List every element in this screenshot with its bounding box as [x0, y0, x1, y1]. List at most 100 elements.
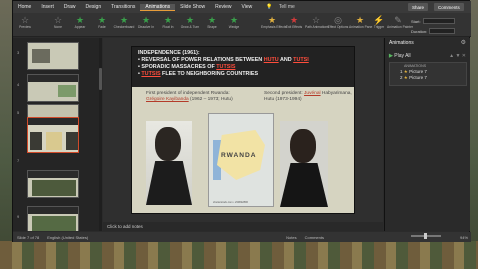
painter-label: Animation Painter	[387, 25, 414, 29]
fade-effect-icon: ★	[97, 15, 107, 25]
tab-slide-show[interactable]: Slide Show	[175, 4, 210, 10]
effect-wedge[interactable]: ★ Wedge	[223, 15, 245, 29]
bullet-3-tutsis[interactable]: TUTSIS	[141, 71, 160, 77]
language-status[interactable]: English (United States)	[43, 235, 92, 240]
notes-toggle[interactable]: Notes	[282, 235, 300, 240]
slide-thumb-9[interactable]	[27, 206, 79, 231]
play-all-button[interactable]: ▶ Play All	[389, 53, 411, 59]
star-icon: ★	[403, 69, 408, 74]
effect-fade-label: Fade	[98, 25, 106, 29]
habyarimana-photo[interactable]	[280, 121, 328, 207]
tab-animations[interactable]: Animations	[140, 3, 176, 11]
emphasis-effects-button[interactable]: ★ Emphasis Effects	[261, 15, 286, 29]
bullet-2-text: • SPORADIC MASSACRES OF	[138, 64, 217, 70]
tab-design[interactable]: Design	[81, 4, 107, 10]
caption-right-name[interactable]: Juvénal	[304, 91, 321, 96]
tab-review[interactable]: Review	[210, 4, 236, 10]
shape-effect-icon: ★	[207, 15, 217, 25]
animation-item-number: 2	[400, 75, 403, 80]
effect-grow-turn[interactable]: ★ Grow & Turn	[179, 15, 201, 29]
start-select[interactable]	[423, 18, 455, 24]
animation-item[interactable]: 2 ★ Picture 7	[390, 75, 466, 81]
zoom-slider-knob[interactable]	[424, 233, 427, 239]
caption-right-text: Second president:	[264, 91, 305, 96]
effect-checkerboard[interactable]: ★ Checkerboard	[113, 15, 135, 29]
thumbnail-scrollbar[interactable]	[99, 38, 102, 231]
effect-float-in[interactable]: ★ Float In	[157, 15, 179, 29]
portrait-head	[155, 127, 181, 161]
slide-title-block: INDEPENDENCE (1961): • REVERSAL OF POWER…	[132, 47, 354, 87]
tab-home[interactable]: Home	[13, 4, 36, 10]
thumb-image	[32, 216, 76, 231]
effect-options-button[interactable]: ◎ Effect Options	[327, 15, 349, 29]
start-label: Start:	[411, 19, 421, 24]
slide-thumb-8[interactable]	[27, 170, 79, 198]
thumb-image	[30, 132, 42, 150]
thumb-image	[58, 85, 76, 97]
effect-fade[interactable]: ★ Fade	[91, 15, 113, 29]
slide-thumb-3[interactable]	[27, 42, 79, 70]
comments-toggle[interactable]: Comments	[301, 235, 328, 240]
caption-right: Second president: Juvénal Habyarimana, H…	[264, 91, 352, 103]
share-button[interactable]: Share	[408, 3, 429, 11]
map-label: RWANDA	[221, 152, 257, 159]
notes-placeholder: Click to add notes	[107, 224, 143, 229]
preview-icon: ☆	[20, 15, 30, 25]
tell-me-search[interactable]: 💡 Tell me	[261, 4, 304, 10]
portrait-head	[290, 129, 316, 163]
effect-dissolve-label: Dissolve In	[137, 25, 155, 29]
caption-left-name[interactable]: Grégoire Kayibanda	[146, 97, 189, 102]
tell-me-label: Tell me	[278, 4, 295, 10]
effect-appear-label: Appear	[74, 25, 86, 29]
bullet-1-hutu[interactable]: HUTU	[264, 57, 279, 63]
kayibanda-photo[interactable]	[146, 121, 192, 205]
effect-options-label: Effect Options	[327, 25, 349, 29]
animation-painter-button[interactable]: ✎ Animation Painter	[387, 15, 414, 29]
gear-icon[interactable]: ⚙	[461, 39, 466, 46]
effect-options-icon: ◎	[334, 15, 342, 25]
duration-input[interactable]	[429, 28, 455, 34]
slide-thumb-7-selected[interactable]	[27, 117, 79, 153]
tab-transitions[interactable]: Transitions	[106, 4, 140, 10]
none-effect-icon: ☆	[53, 15, 63, 25]
notes-area[interactable]: Click to add notes	[103, 222, 383, 231]
tab-view[interactable]: View	[237, 4, 258, 10]
thumb-image	[32, 180, 76, 196]
exit-effects-button[interactable]: ★ Exit Effects	[283, 15, 305, 29]
bullet-3: • TUTSIS FLEE TO NEIGHBORING COUNTRIES	[138, 71, 259, 77]
slide-number: 5	[17, 110, 20, 115]
slide-canvas: INDEPENDENCE (1961): • REVERSAL OF POWER…	[103, 38, 383, 222]
path-animations-button[interactable]: ☆ Path Animations	[305, 15, 329, 29]
scrollbar-thumb[interactable]	[99, 68, 102, 90]
thumb-image	[66, 132, 78, 150]
reorder-controls[interactable]: ▲ ▼ ✕	[449, 53, 466, 59]
tab-insert[interactable]: Insert	[36, 4, 59, 10]
animation-pane-title: Animations	[389, 40, 414, 46]
slide-thumb-4[interactable]	[27, 74, 79, 102]
desktop-file-strip	[0, 241, 478, 269]
slide-counter: Slide 7 of 78	[17, 234, 40, 240]
bullet-3-text: FLEE TO NEIGHBORING COUNTRIES	[160, 71, 259, 77]
dissolve-effect-icon: ★	[141, 15, 151, 25]
bullet-2-tutsis[interactable]: TUTSIS	[216, 64, 235, 70]
status-bar: Slide 7 of 78 English (United States) No…	[13, 232, 471, 242]
preview-button[interactable]: ☆ Preview	[14, 15, 36, 29]
effect-shape[interactable]: ★ Shape	[201, 15, 223, 29]
bullet-1-text: • REVERSAL OF POWER RELATIONS BETWEEN	[138, 57, 264, 63]
bullet-1-tutsi[interactable]: TUTSI	[293, 57, 309, 63]
rwanda-map[interactable]: RWANDA shutterstock.com • 233822896	[208, 113, 274, 207]
path-label: Path Animations	[305, 25, 329, 29]
play-icon: ▶	[389, 53, 393, 59]
effect-dissolve-in[interactable]: ★ Dissolve In	[135, 15, 157, 29]
caption-left-text: First president of independent Rwanda:	[146, 91, 230, 96]
slide-7[interactable]: INDEPENDENCE (1961): • REVERSAL OF POWER…	[131, 46, 355, 214]
comments-button[interactable]: Comments	[434, 3, 464, 11]
thumb-image	[32, 49, 50, 63]
zoom-level[interactable]: 94%	[456, 235, 472, 240]
tab-draw[interactable]: Draw	[59, 4, 81, 10]
bullet-1: • REVERSAL OF POWER RELATIONS BETWEEN HU…	[138, 57, 348, 64]
animation-item-label: Picture 7	[409, 75, 427, 80]
effect-none[interactable]: ☆ None	[47, 15, 69, 29]
map-credit: shutterstock.com • 233822896	[213, 201, 248, 204]
effect-appear[interactable]: ★ Appear	[69, 15, 91, 29]
